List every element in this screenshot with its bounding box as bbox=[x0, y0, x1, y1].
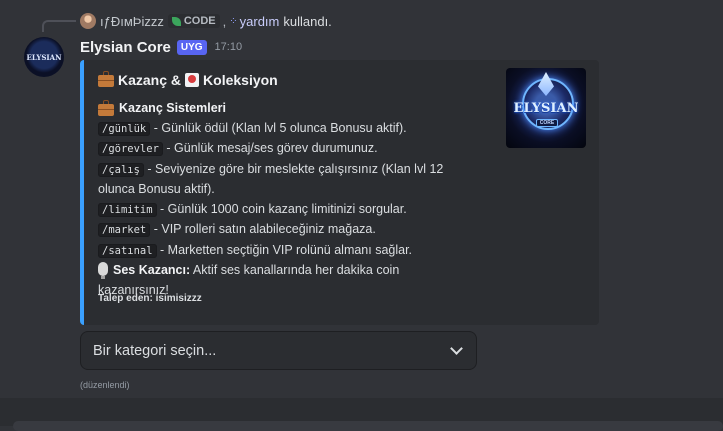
command-code[interactable]: /satınal bbox=[98, 243, 157, 258]
reply-avatar[interactable] bbox=[80, 13, 96, 29]
app-badge: UYG bbox=[176, 39, 207, 55]
command-code[interactable]: /çalış bbox=[98, 162, 144, 177]
reply-suffix: kullandı. bbox=[283, 13, 332, 29]
thumbnail-subtitle: CORE bbox=[536, 119, 558, 127]
command-desc: - Günlük 1000 coin kazanç limitinizi sor… bbox=[156, 201, 407, 216]
microphone-icon bbox=[98, 262, 108, 279]
embed-title: Kazanç & Koleksiyon bbox=[98, 71, 278, 88]
embed-description: Kazanç Sistemleri /günlük - Günlük ödül … bbox=[98, 99, 473, 300]
message-timestamp[interactable]: 17:10 bbox=[215, 41, 243, 53]
leaf-icon bbox=[171, 16, 181, 26]
command-desc: - Seviyenize göre bir meslekte çalışırsı… bbox=[143, 161, 444, 176]
reply-separator: , bbox=[222, 13, 227, 29]
message-header: Elysian Core UYG 17:10 bbox=[80, 37, 242, 57]
voice-text: Aktif ses kanallarında her dakika coin bbox=[190, 263, 400, 277]
chevron-down-icon bbox=[450, 342, 463, 355]
author-avatar[interactable]: ELYSIAN bbox=[24, 37, 64, 77]
command-desc: - Günlük mesaj/ses görev durumunuz. bbox=[162, 141, 378, 155]
section-heading: Kazanç Sistemleri bbox=[98, 99, 473, 119]
command-desc: - Marketten seçtiğin VIP rolünü almanı s… bbox=[156, 242, 413, 257]
composer-area bbox=[0, 398, 723, 431]
command-name: yardım bbox=[239, 13, 280, 29]
embed-footer: Talep eden: isimisizzz bbox=[98, 293, 202, 304]
command-line: /market - VIP rolleri satın alabileceğin… bbox=[98, 220, 473, 241]
reply-context[interactable]: ıƒÐıмÞizzz CODE , ⁘ yardım kullandı. bbox=[80, 12, 332, 30]
command-desc: - VIP rolleri satın alabileceğiniz mağaz… bbox=[150, 222, 376, 236]
briefcase-icon bbox=[98, 99, 114, 116]
embed-title-part1: Kazanç & bbox=[118, 72, 182, 88]
voice-line: Ses Kazancı: Aktif ses kanallarında her … bbox=[98, 261, 473, 281]
embed-title-part2: Koleksiyon bbox=[203, 72, 278, 88]
command-line: /limitim - Günlük 1000 coin kazanç limit… bbox=[98, 200, 473, 221]
reply-connector bbox=[42, 20, 76, 32]
reply-username[interactable]: ıƒÐıмÞizzz bbox=[100, 14, 164, 29]
command-line: /günlük - Günlük ödül (Klan lvl 5 olunca… bbox=[98, 119, 473, 140]
command-line: /satınal - Marketten seçtiğin VIP rolünü… bbox=[98, 241, 473, 262]
id-card-icon bbox=[185, 73, 200, 87]
command-code[interactable]: /limitim bbox=[98, 202, 157, 217]
command-line-wrap: olunca Bonusu aktif). bbox=[98, 180, 473, 200]
command-code[interactable]: /günlük bbox=[98, 121, 151, 136]
command-code[interactable]: /görevler bbox=[98, 142, 163, 156]
section-title: Kazanç Sistemleri bbox=[119, 101, 226, 115]
app-pill-label: CODE bbox=[183, 15, 216, 27]
message-input[interactable] bbox=[13, 421, 723, 431]
app-pill[interactable]: CODE bbox=[167, 14, 220, 28]
command-code[interactable]: /market bbox=[98, 223, 151, 237]
select-placeholder: Bir kategori seçin... bbox=[93, 342, 217, 359]
category-select[interactable]: Bir kategori seçin... bbox=[80, 331, 477, 370]
command-desc: - Günlük ödül (Klan lvl 5 olunca Bonusu … bbox=[150, 120, 407, 135]
embed-thumbnail[interactable]: ELYSIAN CORE bbox=[506, 68, 586, 148]
command-line: /çalış - Seviyenize göre bir meslekte ça… bbox=[98, 160, 473, 181]
avatar-logo-text: ELYSIAN bbox=[26, 52, 62, 62]
command-desc: olunca Bonusu aktif). bbox=[98, 182, 215, 196]
voice-label: Ses Kazancı: bbox=[113, 263, 191, 277]
briefcase-icon bbox=[98, 71, 114, 87]
edited-label: (düzenlendi) bbox=[80, 380, 130, 390]
command-icon: ⁘ bbox=[229, 15, 238, 27]
author-name[interactable]: Elysian Core bbox=[80, 39, 171, 56]
command-line: /görevler - Günlük mesaj/ses görev durum… bbox=[98, 139, 473, 160]
slash-command-mention[interactable]: ⁘ yardım bbox=[229, 14, 279, 29]
embed-card: Kazanç & Koleksiyon Kazanç Sistemleri /g… bbox=[80, 60, 599, 325]
thumbnail-title: ELYSIAN bbox=[513, 101, 579, 116]
